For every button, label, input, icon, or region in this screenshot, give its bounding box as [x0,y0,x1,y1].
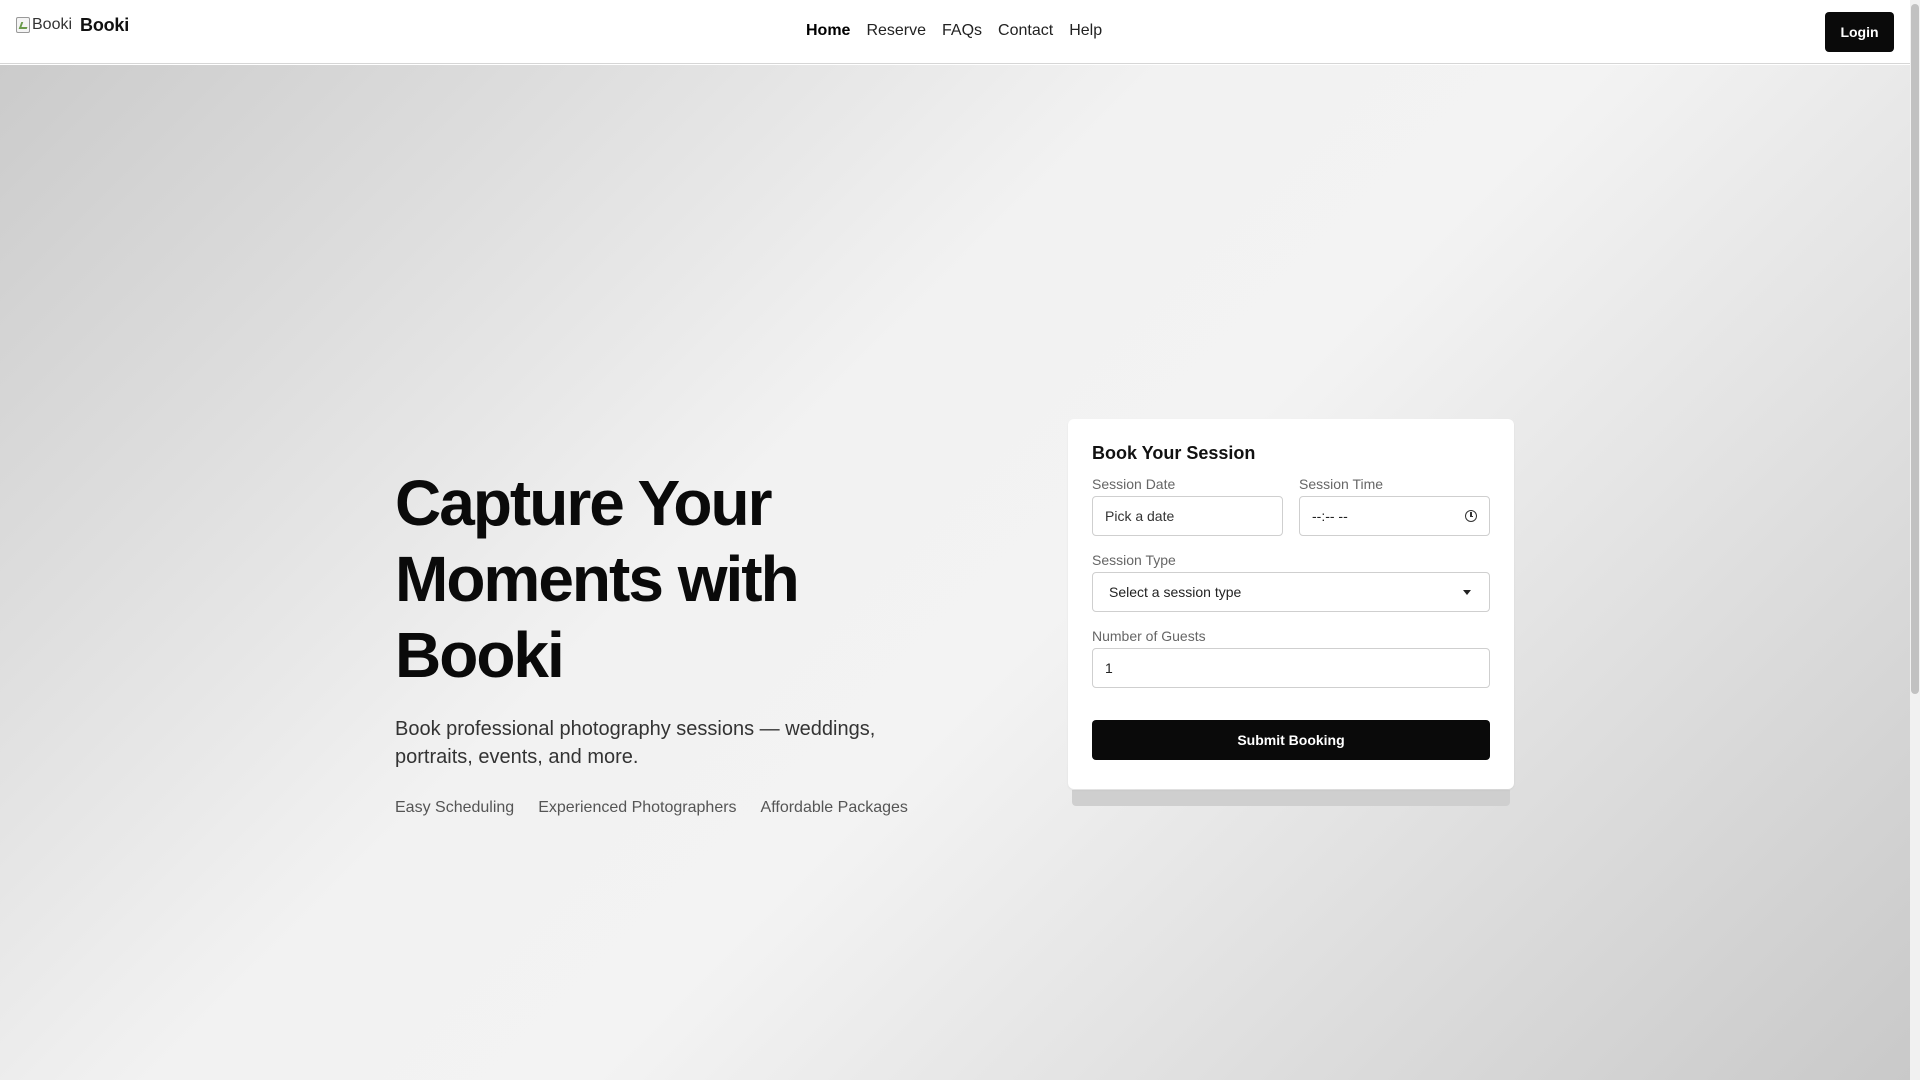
session-time-value: --:-- -- [1312,508,1348,524]
hero-content: Capture Your Moments with Booki Book pro… [395,465,955,817]
main-nav: Home Reserve FAQs Contact Help [806,20,1102,42]
feature-affordable-packages: Affordable Packages [760,799,908,816]
session-time-input[interactable]: --:-- -- [1299,496,1490,536]
nav-contact[interactable]: Contact [998,20,1053,42]
card-shadow-strip [1072,790,1510,806]
submit-booking-button[interactable]: Submit Booking [1092,720,1490,760]
logo-alt-text: Booki [32,16,73,33]
clock-icon[interactable] [1465,510,1477,522]
hero-subtitle: Book professional photography sessions —… [395,718,876,768]
guests-input[interactable]: 1 [1092,648,1490,688]
hero-title-line1: Capture Your [395,467,772,539]
session-date-field: Session Date Pick a date [1092,476,1283,536]
session-time-label: Session Time [1299,476,1384,492]
session-date-placeholder: Pick a date [1105,508,1175,524]
session-time-field: Session Time --:-- -- [1299,476,1490,536]
guests-field: Number of Guests 1 [1092,628,1490,688]
date-time-row: Session Date Pick a date Session Time --… [1092,476,1490,536]
session-type-field: Session Type Select a session type [1092,552,1490,612]
session-type-label: Session Type [1092,552,1176,568]
session-type-select[interactable]: Select a session type [1092,572,1490,612]
feature-list: Easy Scheduling Experienced Photographer… [395,799,955,817]
login-button[interactable]: Login [1825,12,1894,52]
broken-image-icon [16,17,30,33]
scrollbar[interactable] [1910,0,1920,1080]
guests-value: 1 [1105,660,1113,676]
hero-section: Capture Your Moments with Booki Book pro… [0,65,1910,1080]
brand-logo-broken-image: Booki [16,14,72,36]
nav-home[interactable]: Home [806,20,850,42]
scrollbar-thumb[interactable] [1911,4,1919,694]
nav-help[interactable]: Help [1069,20,1102,42]
booking-card: Book Your Session Session Date Pick a da… [1068,419,1514,789]
feature-experienced-photographers: Experienced Photographers [538,799,737,816]
hero-title: Capture Your Moments with Booki [395,465,955,693]
session-date-input[interactable]: Pick a date [1092,496,1283,536]
session-type-value: Select a session type [1109,584,1242,600]
caret-down-icon [1463,589,1471,595]
feature-easy-scheduling: Easy Scheduling [395,799,515,816]
brand-name: Booki [80,14,130,35]
nav-faqs[interactable]: FAQs [942,20,982,42]
booking-title: Book Your Session [1092,443,1256,463]
session-date-label: Session Date [1092,476,1176,492]
guests-label: Number of Guests [1092,628,1206,644]
hero-title-line2: Moments with Booki [395,543,800,691]
brand[interactable]: Booki Booki [16,14,129,36]
top-navbar: Booki Booki Home Reserve FAQs Contact He… [0,0,1910,64]
nav-reserve[interactable]: Reserve [866,20,926,42]
